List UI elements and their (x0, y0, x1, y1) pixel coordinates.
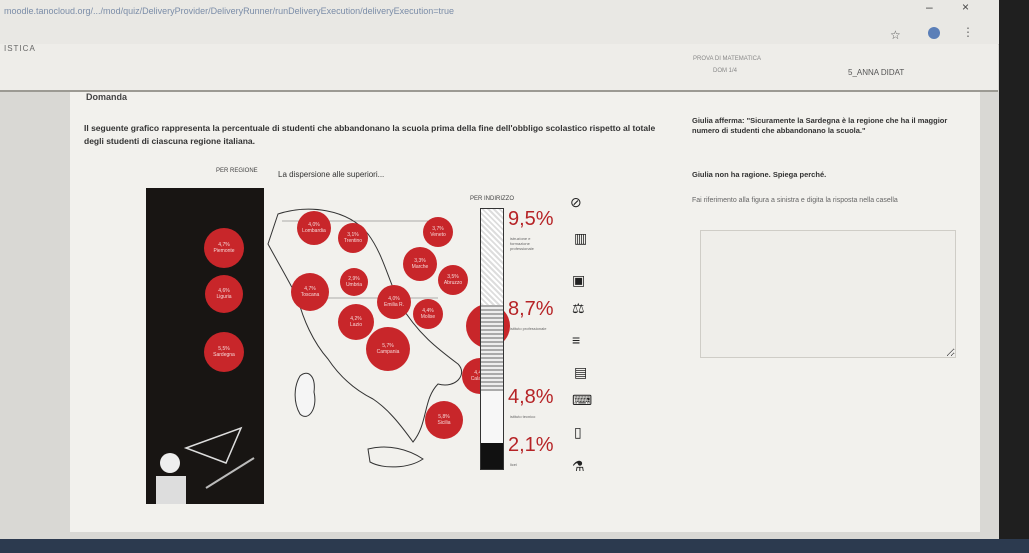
region-bubble-name: Piemonte (213, 248, 235, 254)
region-bubble: 3,5% Abruzzo (438, 265, 468, 295)
region-bubble-name: Emilia R. (383, 302, 404, 308)
pct-licei: 2,1% (508, 434, 554, 456)
books-icon: ≡ (572, 332, 581, 348)
question-text: Il seguente grafico rappresenta la perce… (84, 123, 656, 146)
calculator-icon: ▤ (574, 364, 588, 380)
region-bubble-name: Abruzzo (443, 280, 463, 286)
region-bubble: 4,0% Emilia R. (377, 285, 411, 319)
column-segment-professionale (481, 305, 503, 391)
flask-icon: ⚗ (572, 458, 585, 474)
region-bubble: 4,2% Lazio (338, 304, 374, 340)
region-bubble: 5,8% Sicilia (425, 401, 463, 439)
region-bubble: 3,3% Marche (403, 247, 437, 281)
pct-tecnico: 4,8% (508, 386, 554, 408)
region-bubble-name: Campania (376, 349, 400, 355)
region-bubble-name: Trentino (343, 238, 363, 244)
caption-licei: licei (510, 462, 517, 467)
region-bubble-name: Lazio (350, 322, 362, 328)
side-statement-title: Giulia afferma: "Sicuramente la Sardegna… (692, 116, 948, 135)
region-bubble-name: Marche (411, 264, 429, 270)
region-bubble-name: Sardegna (213, 352, 235, 358)
infographic: La dispersione alle superiori... PER REG… (138, 164, 610, 534)
region-bubble: 4,7% Piemonte (204, 228, 244, 268)
region-bubble: 3,7% Veneto (423, 217, 453, 247)
scale-icon: ⚖ (572, 300, 585, 316)
caption-professionale: istituto professionale (510, 326, 547, 331)
region-bubble: 2,9% Umbria (340, 268, 368, 296)
tool-icon: ▥ (574, 230, 588, 246)
question-panel: Domanda Il seguente grafico rappresenta … (70, 92, 980, 532)
region-bubble-name: Molise (420, 314, 436, 320)
caption-tecnico: istituto tecnico (510, 414, 536, 419)
caption-ifp: istruzione e formazione professionale (510, 236, 534, 251)
pct-ifp: 9,5% (508, 208, 554, 230)
address-bar[interactable]: moodle.tanocloud.org/.../mod/quiz/Delive… (4, 2, 874, 20)
region-bubble: 4,6% Liguria (205, 275, 243, 313)
region-bubble-name: Umbria (345, 282, 363, 288)
close-button[interactable]: × (962, 0, 969, 14)
region-bubble-name: Veneto (430, 232, 446, 238)
column-segment-tecnico (481, 391, 503, 443)
answer-textarea[interactable] (700, 230, 956, 358)
region-bubble: 4,0% Lombardia (297, 211, 331, 245)
column-segment-ifp (481, 209, 503, 305)
browser-toolbar: moodle.tanocloud.org/.../mod/quiz/Delive… (0, 0, 1000, 45)
progress-value: DOM 1/4 (712, 68, 737, 74)
app-name: ISTICA (4, 44, 36, 53)
region-bubble: 5,5% Sardegna (204, 332, 244, 372)
region-bubble: 4,7% Toscana (291, 273, 329, 311)
column-segment-licei (481, 443, 503, 469)
star-icon[interactable]: ☆ (890, 28, 901, 42)
region-bubble-name: Toscana (300, 292, 320, 298)
stacked-column (480, 208, 504, 470)
keyboard-icon: ⌨ (572, 392, 593, 408)
monitor-bezel (999, 0, 1029, 553)
region-bubble: 4,4% Molise (413, 299, 443, 329)
progress-label: PROVA DI MATEMATICA (692, 56, 761, 62)
minimize-button[interactable]: – (926, 0, 933, 14)
side-question: Giulia non ha ragione. Spiega perché. (692, 170, 827, 179)
region-bubble: 3,1% Trentino (338, 223, 368, 253)
region-bubble-name: Lombardia (302, 228, 326, 234)
region-bubble: 5,7% Campania (366, 327, 410, 371)
question-label: Domanda (86, 92, 128, 102)
toolbox-icon: ▣ (572, 272, 586, 288)
region-bubble-name: Sicilia (437, 420, 451, 426)
taskbar (0, 539, 1029, 553)
user-name[interactable]: 5_ANNA DIDAT (848, 68, 904, 77)
region-bubble-name: Liguria (216, 294, 232, 300)
kebab-menu-icon[interactable]: ⋮ (962, 25, 974, 39)
right-label: PER INDIRIZZO (470, 196, 515, 202)
app-header: ISTICA PROVA DI MATEMATICA DOM 1/4 5_ANN… (0, 44, 998, 92)
pct-professionale: 8,7% (508, 298, 554, 320)
side-hint: Fai riferimento alla figura a sinistra e… (692, 197, 898, 204)
compass-icon: ⊘ (570, 194, 582, 210)
book-icon: ▯ (574, 424, 582, 440)
extension-icon[interactable] (928, 27, 940, 39)
